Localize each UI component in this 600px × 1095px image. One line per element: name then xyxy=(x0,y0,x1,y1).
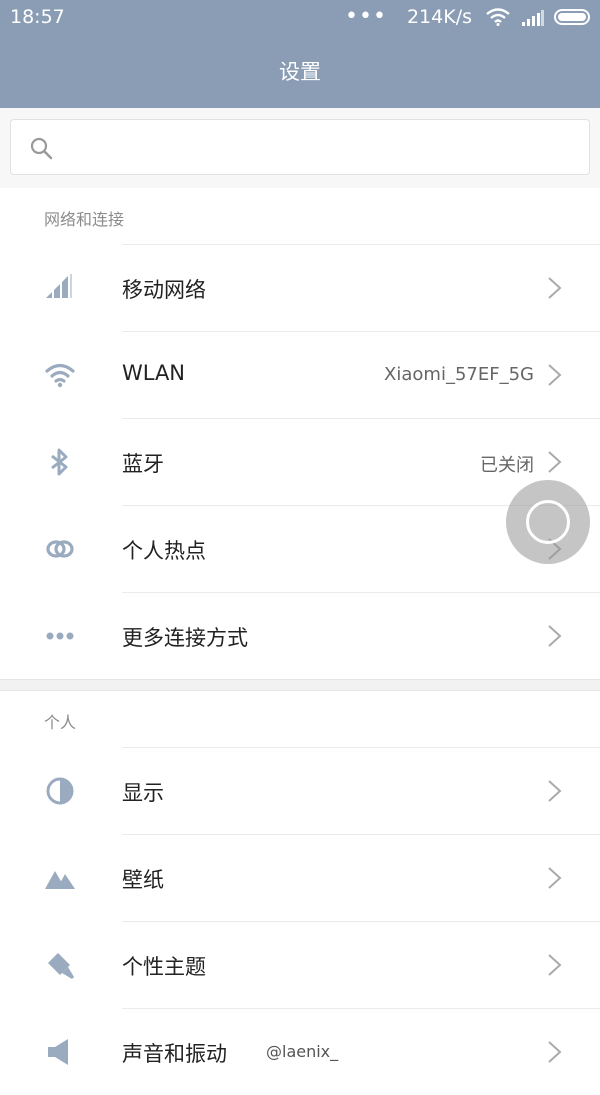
quick-ball-button[interactable] xyxy=(506,480,590,564)
speaker-icon xyxy=(48,1039,68,1065)
status-bar: 18:57 ••• 214K/s xyxy=(0,0,600,36)
settings-item-label: WLAN xyxy=(122,361,186,385)
status-icons: ••• 214K/s xyxy=(345,6,590,28)
status-time: 18:57 xyxy=(10,6,65,28)
bluetooth-icon xyxy=(51,448,68,476)
settings-item-more-connections[interactable]: 更多连接方式 xyxy=(0,592,600,679)
section-title: 网络和连接 xyxy=(44,210,125,229)
watermark: @laenix_ xyxy=(266,1042,339,1061)
settings-item-label: 声音和振动 xyxy=(122,1042,227,1066)
section-personal: 个人 显示 壁纸 个性主题 声音和振动 xyxy=(0,691,600,1095)
settings-item-wlan[interactable]: WLAN Xiaomi_57EF_5G xyxy=(0,331,600,418)
wallpaper-icon xyxy=(45,871,75,889)
chevron-right-icon xyxy=(548,867,562,889)
settings-item-mobile-network[interactable]: 移动网络 xyxy=(0,244,600,331)
settings-item-label: 蓝牙 xyxy=(122,452,164,476)
settings-item-label: 壁纸 xyxy=(122,868,164,892)
search-icon xyxy=(30,137,53,160)
chevron-right-icon xyxy=(548,625,562,647)
page-title: 设置 xyxy=(279,60,321,84)
settings-item-label: 移动网络 xyxy=(122,278,206,302)
display-icon xyxy=(46,777,74,805)
section-header-network: 网络和连接 xyxy=(0,188,600,244)
settings-item-value: Xiaomi_57EF_5G xyxy=(384,364,534,385)
hotspot-icon xyxy=(46,540,74,558)
search-bar xyxy=(0,108,600,189)
chevron-right-icon xyxy=(548,954,562,976)
section-divider xyxy=(0,679,600,691)
status-wifi-icon xyxy=(486,8,510,26)
search-input[interactable] xyxy=(67,130,571,166)
section-network: 网络和连接 移动网络 WLAN Xiaomi_57EF_5G 蓝牙 已关闭 个人… xyxy=(0,188,600,679)
section-title: 个人 xyxy=(44,713,77,732)
battery-icon xyxy=(554,9,590,25)
chevron-right-icon xyxy=(548,364,562,386)
notification-dots-icon: ••• xyxy=(345,4,387,29)
theme-icon xyxy=(48,953,74,979)
settings-item-label: 个人热点 xyxy=(122,539,206,563)
wifi-icon xyxy=(45,363,75,388)
network-speed: 214K/s xyxy=(406,6,472,28)
settings-item-label: 显示 xyxy=(122,781,164,805)
settings-item-label: 个性主题 xyxy=(122,955,206,979)
more-icon xyxy=(46,632,74,640)
settings-item-theme[interactable]: 个性主题 xyxy=(0,921,600,1008)
section-header-personal: 个人 xyxy=(0,691,600,747)
search-box[interactable] xyxy=(10,119,590,175)
chevron-right-icon xyxy=(548,451,562,473)
settings-item-display[interactable]: 显示 xyxy=(0,747,600,834)
chevron-right-icon xyxy=(548,1041,562,1063)
chevron-right-icon xyxy=(548,780,562,802)
signal-icon xyxy=(46,274,72,298)
settings-item-wallpaper[interactable]: 壁纸 xyxy=(0,834,600,921)
settings-item-value: 已关闭 xyxy=(480,455,534,476)
chevron-right-icon xyxy=(548,277,562,299)
app-header: 18:57 ••• 214K/s 设置 xyxy=(0,0,600,108)
status-signal-icon xyxy=(522,9,544,26)
settings-item-label: 更多连接方式 xyxy=(122,626,248,650)
settings-item-bluetooth[interactable]: 蓝牙 已关闭 xyxy=(0,418,600,505)
